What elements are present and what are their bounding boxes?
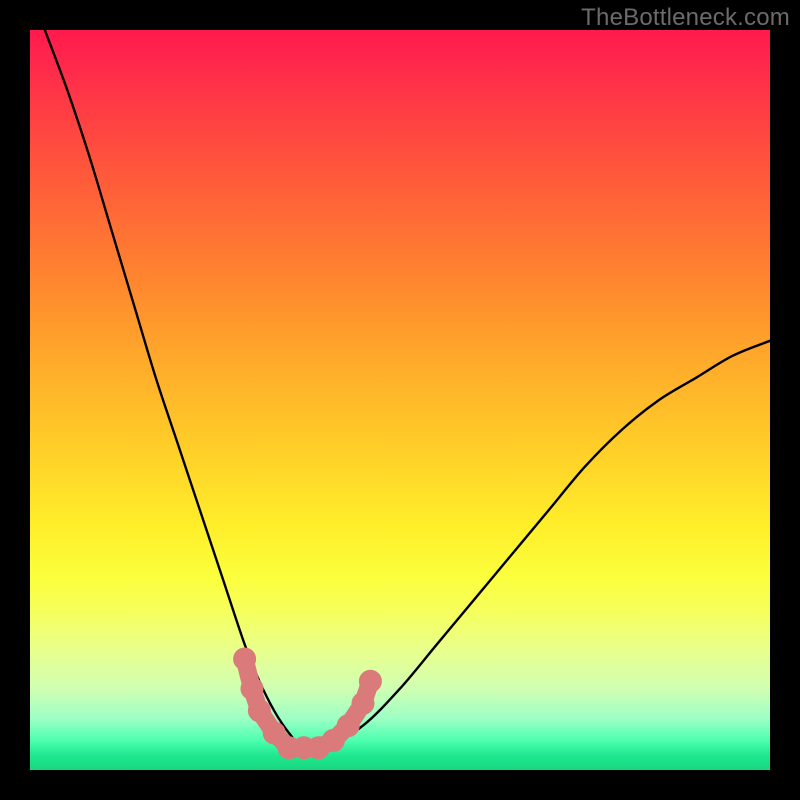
- marker-group: [234, 648, 382, 759]
- watermark-text: TheBottleneck.com: [581, 4, 790, 32]
- curve-layer: [30, 30, 770, 770]
- chart-stage: TheBottleneck.com: [0, 0, 800, 800]
- marker-dot: [359, 670, 381, 692]
- bottleneck-curve: [45, 30, 770, 750]
- plot-area: [30, 30, 770, 770]
